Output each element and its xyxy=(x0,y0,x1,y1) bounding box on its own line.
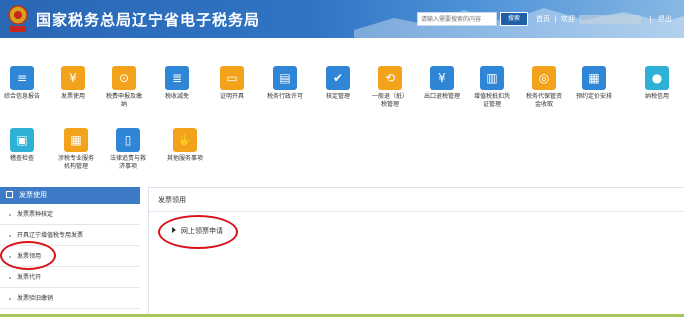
function-vat-voucher[interactable]: ▥ 增值税抵扣凭证管理 xyxy=(472,66,512,109)
function-label: 税务代保管资金收取 xyxy=(525,93,562,108)
function-label: 法律追责与救济事项 xyxy=(109,155,146,170)
law-icon: ▯ xyxy=(116,128,140,152)
pricing-icon: ▦ xyxy=(582,66,606,90)
sidebar-header: 发票使用 xyxy=(0,187,140,204)
function-label: 综合信息报告 xyxy=(3,93,40,100)
link-separator: | xyxy=(649,15,652,23)
function-label: 核定管理 xyxy=(325,93,350,100)
sidebar-item-invoice-type[interactable]: 发票票种核定 xyxy=(0,204,140,225)
custody-funds-icon: ◎ xyxy=(532,66,556,90)
function-label: 增值税抵扣凭证管理 xyxy=(473,93,510,108)
function-label: 预约定价安排 xyxy=(575,93,612,100)
function-label: 出口退税管理 xyxy=(423,93,460,100)
function-invoice[interactable]: ¥ 发票使用 xyxy=(53,66,93,101)
logout-link[interactable]: 退出 xyxy=(658,12,672,26)
vat-voucher-icon: ▥ xyxy=(480,66,504,90)
function-row-1: ≡ 综合信息报告 ¥ 发票使用 ⊙ 税费申报及缴纳 ≣ 税收减免 ▭ 证明开具 ▤ 税务行政许可 ✔ 核定… xyxy=(0,66,684,126)
function-label: 税费申报及缴纳 xyxy=(105,93,142,108)
function-law[interactable]: ▯ 法律追责与救济事项 xyxy=(108,128,148,171)
handshake-icon: ✋ xyxy=(173,128,197,152)
report-icon: ≡ xyxy=(10,66,34,90)
function-label: 税收减免 xyxy=(164,93,189,100)
top-links: 首页 | 欢迎 | 退出 xyxy=(536,12,672,26)
invoice-icon: ¥ xyxy=(61,66,85,90)
sidebar-title: 发票使用 xyxy=(19,191,47,199)
agency-icon: ▦ xyxy=(64,128,88,152)
home-link[interactable]: 首页 xyxy=(536,12,550,26)
link-separator: | xyxy=(554,15,557,23)
function-assessment[interactable]: ✔ 核定管理 xyxy=(318,66,358,101)
credit-icon: ● xyxy=(645,66,669,90)
grid-icon xyxy=(6,191,13,198)
function-row-2: ▣ 稽查检查 ▦ 涉税专业服务机构管理 ▯ 法律追责与救济事项 ✋ 其他服务事项 xyxy=(0,128,684,188)
function-export-refund[interactable]: ¥ 出口退税管理 xyxy=(422,66,462,101)
function-tax-relief[interactable]: ≣ 税收减免 xyxy=(157,66,197,101)
site-header: 国家税务总局辽宁省电子税务局 搜索 首页 | 欢迎 | 退出 xyxy=(0,0,684,38)
function-inspection[interactable]: ▣ 稽查检查 xyxy=(2,128,42,163)
content-panel: 发票领用 网上领票申请 xyxy=(148,187,684,317)
function-refund[interactable]: ⟲ 一般退（抵）税管理 xyxy=(370,66,410,109)
user-name-redacted xyxy=(579,14,642,24)
sidebar-item-invoice-cancel[interactable]: 发票验旧缴销 xyxy=(0,288,140,309)
assessment-icon: ✔ xyxy=(326,66,350,90)
function-label: 税务行政许可 xyxy=(266,93,303,100)
site-title: 国家税务总局辽宁省电子税务局 xyxy=(36,11,261,29)
inspection-icon: ▣ xyxy=(10,128,34,152)
function-certificate[interactable]: ▭ 证明开具 xyxy=(212,66,252,101)
tax-emblem-logo xyxy=(8,5,28,32)
tax-payment-icon: ⊙ xyxy=(112,66,136,90)
function-label: 证明开具 xyxy=(219,93,244,100)
function-credit[interactable]: ● 纳税信用 xyxy=(637,66,677,101)
function-label: 稽查检查 xyxy=(9,155,34,162)
search-button[interactable]: 搜索 xyxy=(500,12,528,26)
refund-icon: ⟲ xyxy=(378,66,402,90)
search-input[interactable] xyxy=(417,12,497,26)
content-title: 发票领用 xyxy=(149,188,684,212)
function-custody-funds[interactable]: ◎ 税务代保管资金收取 xyxy=(524,66,564,109)
function-label: 一般退（抵）税管理 xyxy=(371,93,408,108)
sidebar-item-invoice-agent[interactable]: 发票代开 xyxy=(0,267,140,288)
function-permit[interactable]: ▤ 税务行政许可 xyxy=(265,66,305,101)
function-handshake[interactable]: ✋ 其他服务事项 xyxy=(165,128,205,163)
function-label: 发票使用 xyxy=(60,93,85,100)
tax-relief-icon: ≣ xyxy=(165,66,189,90)
annotation-circle xyxy=(0,241,56,270)
annotation-circle xyxy=(158,215,238,249)
permit-icon: ▤ xyxy=(273,66,297,90)
function-tax-payment[interactable]: ⊙ 税费申报及缴纳 xyxy=(104,66,144,109)
function-label: 涉税专业服务机构管理 xyxy=(57,155,94,170)
function-label: 其他服务事项 xyxy=(166,155,203,162)
function-label: 纳税信用 xyxy=(644,93,669,100)
function-pricing[interactable]: ▦ 预约定价安排 xyxy=(574,66,614,101)
export-refund-icon: ¥ xyxy=(430,66,454,90)
welcome-text: 欢迎 xyxy=(560,15,575,23)
function-report[interactable]: ≡ 综合信息报告 xyxy=(2,66,42,101)
function-agency[interactable]: ▦ 涉税专业服务机构管理 xyxy=(56,128,96,171)
certificate-icon: ▭ xyxy=(220,66,244,90)
